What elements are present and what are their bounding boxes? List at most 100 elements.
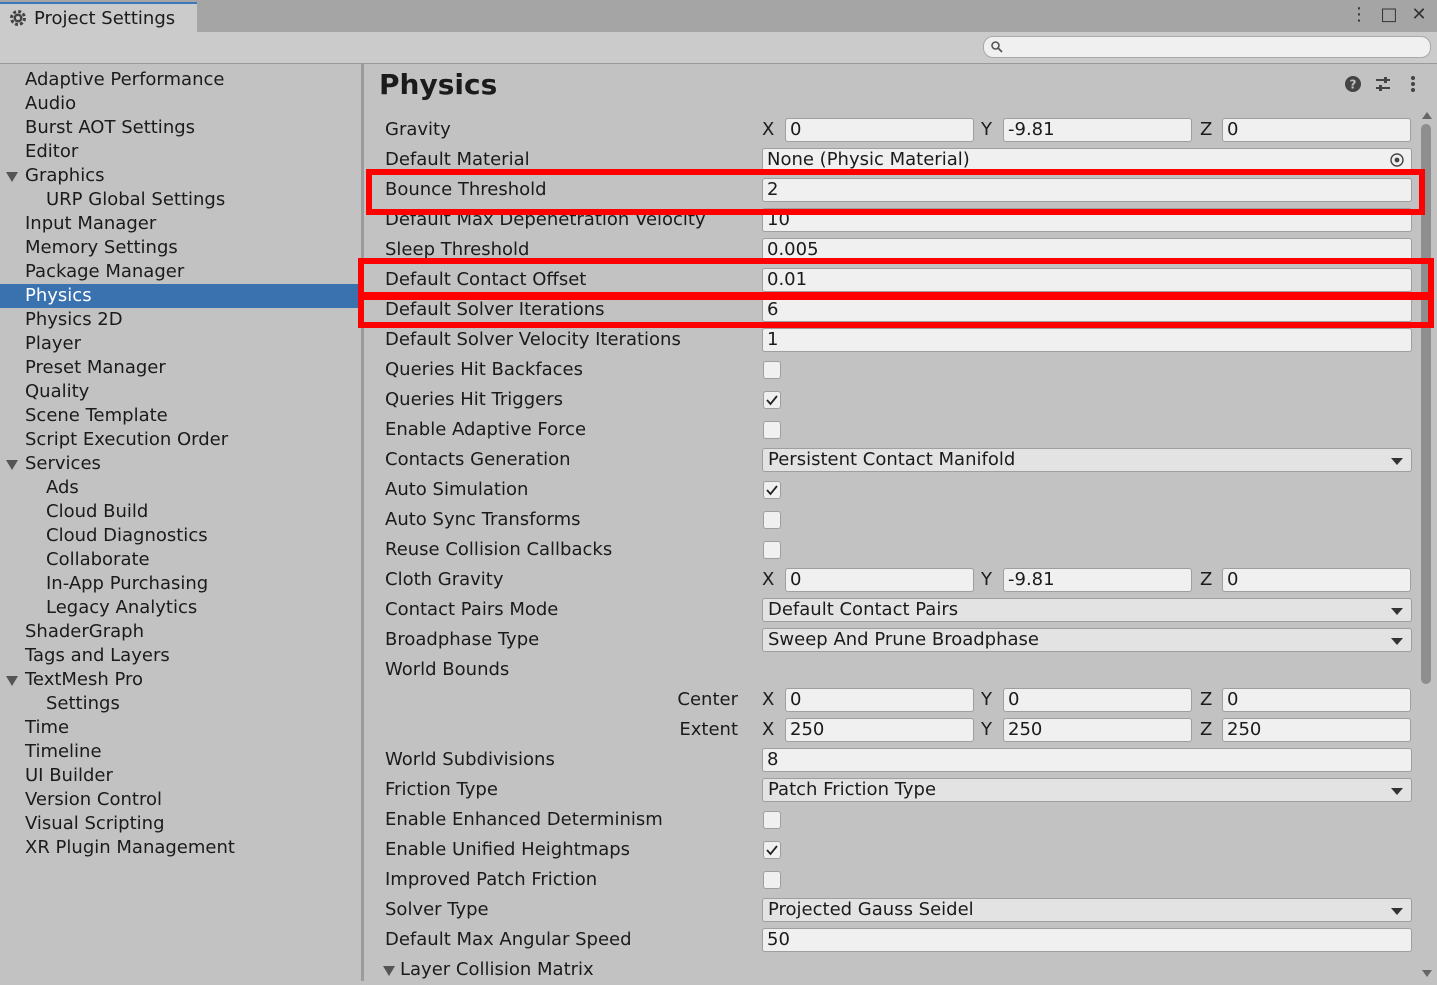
sidebar-item[interactable]: Preset Manager (0, 356, 359, 380)
axis-label-z[interactable]: Z (1200, 688, 1214, 712)
search-input[interactable] (1006, 37, 1425, 59)
checkbox[interactable] (763, 361, 781, 379)
sidebar-item[interactable]: Package Manager (0, 260, 359, 284)
axis-label-x[interactable]: X (762, 718, 776, 742)
scroll-down-icon[interactable] (1422, 970, 1432, 977)
checkbox[interactable] (763, 841, 781, 859)
text-field[interactable]: 50 (762, 928, 1412, 952)
checkbox[interactable] (763, 391, 781, 409)
sidebar-item[interactable]: UI Builder (0, 764, 359, 788)
sidebar-item[interactable]: Input Manager (0, 212, 359, 236)
field-label: Friction Type (385, 779, 498, 800)
axis-label-y[interactable]: Y (981, 718, 995, 742)
sidebar-item[interactable]: Physics 2D (0, 308, 359, 332)
sidebar-item[interactable]: Memory Settings (0, 236, 359, 260)
vector-z-field[interactable]: 0 (1222, 118, 1411, 142)
sidebar-item[interactable]: Tags and Layers (0, 644, 359, 668)
sidebar-item[interactable]: Legacy Analytics (0, 596, 359, 620)
vector-x-field[interactable]: 0 (785, 118, 974, 142)
sidebar-item[interactable]: In-App Purchasing (0, 572, 359, 596)
axis-label-z[interactable]: Z (1200, 568, 1214, 592)
vector-x-field[interactable]: 0 (785, 688, 974, 712)
project-settings-tab[interactable]: Project Settings (0, 2, 197, 32)
sidebar-item[interactable]: Time (0, 716, 359, 740)
checkbox[interactable] (763, 811, 781, 829)
text-field[interactable]: 0.01 (762, 268, 1412, 292)
maximize-icon[interactable]: □ (1379, 4, 1399, 26)
sidebar-item[interactable]: Visual Scripting (0, 812, 359, 836)
object-field[interactable]: None (Physic Material) (762, 148, 1412, 172)
text-field[interactable]: 8 (762, 748, 1412, 772)
axis-label-y[interactable]: Y (981, 568, 995, 592)
vector-y-field[interactable]: -9.81 (1003, 568, 1192, 592)
close-icon[interactable]: ✕ (1409, 4, 1429, 26)
checkbox[interactable] (763, 481, 781, 499)
sidebar-item[interactable]: Services (0, 452, 359, 476)
text-field[interactable]: 1 (762, 328, 1412, 352)
text-field[interactable]: 0.005 (762, 238, 1412, 262)
dropdown[interactable]: Patch Friction Type (762, 778, 1412, 802)
axis-label-y[interactable]: Y (981, 118, 995, 142)
checkbox[interactable] (763, 871, 781, 889)
sidebar-item[interactable]: URP Global Settings (0, 188, 359, 212)
checkbox[interactable] (763, 421, 781, 439)
sidebar-item[interactable]: Burst AOT Settings (0, 116, 359, 140)
sidebar-item[interactable]: Audio (0, 92, 359, 116)
checkbox[interactable] (763, 541, 781, 559)
preset-icon[interactable] (1373, 74, 1393, 94)
sidebar-item[interactable]: Quality (0, 380, 359, 404)
sidebar-item[interactable]: Version Control (0, 788, 359, 812)
sidebar-item[interactable]: TextMesh Pro (0, 668, 359, 692)
text-field[interactable]: 10 (762, 208, 1412, 232)
vector-x-field[interactable]: 250 (785, 718, 974, 742)
vector-y-field[interactable]: 0 (1003, 688, 1192, 712)
vector-z-field[interactable]: 0 (1222, 688, 1411, 712)
main-scrollbar[interactable] (1418, 112, 1434, 977)
sidebar-item[interactable]: Cloud Build (0, 500, 359, 524)
scroll-up-icon[interactable] (1422, 112, 1432, 119)
expand-triangle-icon[interactable] (6, 172, 18, 182)
expand-triangle-icon[interactable] (6, 676, 18, 686)
axis-label-z[interactable]: Z (1200, 118, 1214, 142)
object-picker-icon[interactable] (1389, 152, 1405, 168)
more-options-icon[interactable]: ⋮ (1349, 4, 1369, 26)
sidebar-item[interactable]: Timeline (0, 740, 359, 764)
axis-label-x[interactable]: X (762, 688, 776, 712)
axis-label-y[interactable]: Y (981, 688, 995, 712)
dropdown[interactable]: Persistent Contact Manifold (762, 448, 1412, 472)
vector-z-field[interactable]: 0 (1222, 568, 1411, 592)
foldout-triangle-icon[interactable] (383, 966, 395, 976)
text-field[interactable]: 6 (762, 298, 1412, 322)
expand-triangle-icon[interactable] (6, 460, 18, 470)
vector-z-field[interactable]: 250 (1222, 718, 1411, 742)
text-field[interactable]: 2 (762, 178, 1412, 202)
sidebar-item[interactable]: Settings (0, 692, 359, 716)
search-icon (991, 41, 1003, 53)
sidebar-item[interactable]: XR Plugin Management (0, 836, 359, 860)
dropdown[interactable]: Sweep And Prune Broadphase (762, 628, 1412, 652)
vector-y-field[interactable]: 250 (1003, 718, 1192, 742)
more-icon[interactable] (1403, 74, 1423, 94)
sidebar-item[interactable]: Ads (0, 476, 359, 500)
help-icon[interactable]: ? (1343, 74, 1363, 94)
sidebar-item[interactable]: Script Execution Order (0, 428, 359, 452)
axis-label-z[interactable]: Z (1200, 718, 1214, 742)
vector-x-field[interactable]: 0 (785, 568, 974, 592)
sidebar-item[interactable]: Scene Template (0, 404, 359, 428)
sidebar-item[interactable]: Physics (0, 284, 359, 308)
checkbox[interactable] (763, 511, 781, 529)
dropdown[interactable]: Default Contact Pairs (762, 598, 1412, 622)
sidebar-item[interactable]: ShaderGraph (0, 620, 359, 644)
dropdown[interactable]: Projected Gauss Seidel (762, 898, 1412, 922)
sidebar-item[interactable]: Adaptive Performance (0, 68, 359, 92)
sidebar-item[interactable]: Graphics (0, 164, 359, 188)
sidebar-item[interactable]: Cloud Diagnostics (0, 524, 359, 548)
search-box[interactable] (983, 36, 1431, 59)
axis-label-x[interactable]: X (762, 568, 776, 592)
sidebar-item[interactable]: Editor (0, 140, 359, 164)
scroll-thumb[interactable] (1421, 124, 1431, 684)
vector-y-field[interactable]: -9.81 (1003, 118, 1192, 142)
sidebar-item[interactable]: Collaborate (0, 548, 359, 572)
sidebar-item[interactable]: Player (0, 332, 359, 356)
axis-label-x[interactable]: X (762, 118, 776, 142)
